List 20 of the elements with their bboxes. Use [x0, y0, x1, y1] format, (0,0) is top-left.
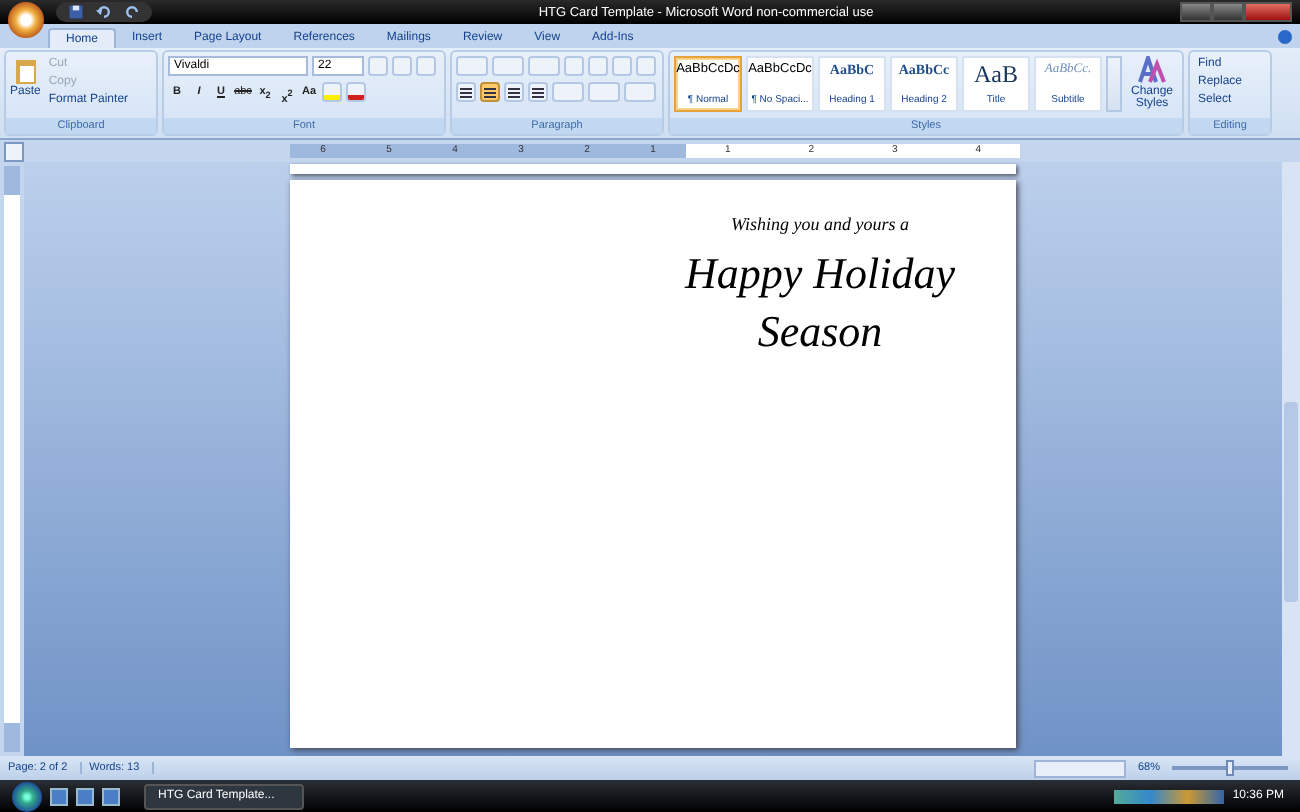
zoom-slider-thumb[interactable] [1226, 760, 1234, 776]
document-text-line: Wishing you and yours a [729, 212, 911, 236]
letter-a-icon [1138, 56, 1166, 84]
start-button[interactable] [12, 781, 42, 811]
redo-icon[interactable] [124, 4, 140, 20]
align-icon[interactable] [504, 82, 524, 102]
document-text-line: Happy Holiday [684, 246, 956, 302]
font-color-icon[interactable] [346, 82, 366, 102]
align-icon[interactable] [480, 82, 500, 102]
document-text-line: Season [757, 304, 883, 360]
office-logo-icon[interactable] [8, 2, 44, 38]
save-icon[interactable] [68, 4, 84, 20]
align-icon[interactable] [456, 82, 476, 102]
vertical-scrollbar[interactable] [1282, 162, 1300, 756]
document-page[interactable]: Wishing you and yours a Happy Holiday Season [290, 180, 1016, 748]
undo-icon[interactable] [96, 4, 112, 20]
clipboard-icon [13, 56, 38, 84]
close-button[interactable] [1244, 2, 1292, 22]
align-icon[interactable] [528, 82, 548, 102]
style-preview: AaB [974, 62, 1018, 86]
